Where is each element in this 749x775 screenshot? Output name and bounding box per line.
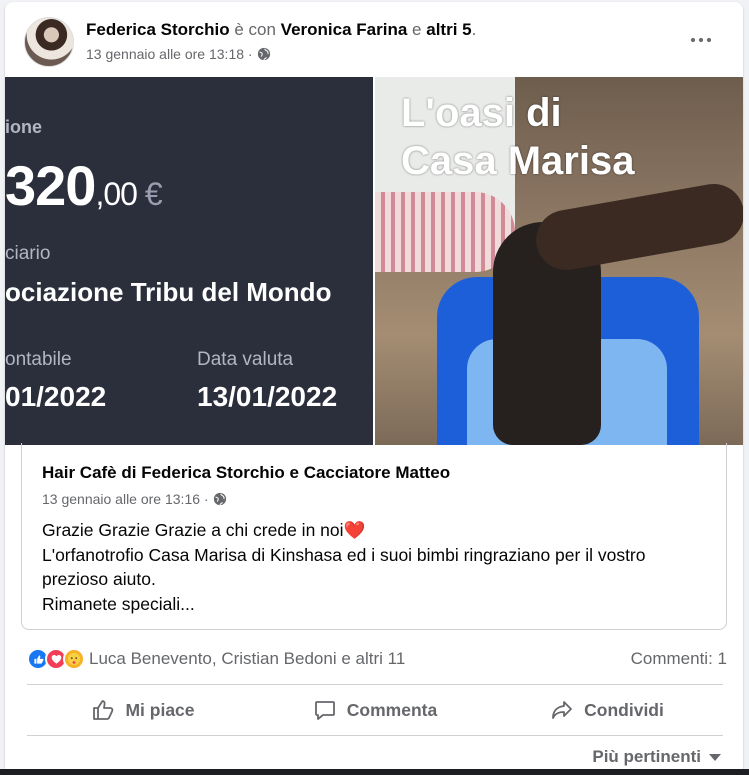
divider xyxy=(27,735,723,736)
like-label: Mi piace xyxy=(125,699,195,720)
like-button[interactable]: Mi piace xyxy=(27,686,259,734)
reactors-names[interactable]: Luca Benevento, Cristian Bedoni e altri … xyxy=(89,649,405,669)
divider xyxy=(27,684,723,685)
shared-page-name[interactable]: Hair Cafè di Federica Storchio e Cacciat… xyxy=(42,463,450,483)
comment-label: Commenta xyxy=(346,699,438,720)
receipt-beneficiary: ociazione Tribu del Mondo xyxy=(5,277,332,307)
comments-count[interactable]: Commenti: 1 xyxy=(631,649,727,669)
with-text: è con xyxy=(234,20,276,39)
post-timestamp[interactable]: 13 gennaio alle ore 13:18 · xyxy=(86,46,253,62)
post-card: Federica Storchio è con Veronica Farina … xyxy=(5,2,743,775)
comment-sort-dropdown[interactable]: Più pertinenti xyxy=(592,747,721,767)
photo-title: L'oasi di Casa Marisa xyxy=(401,91,635,183)
heart-icon: ❤️ xyxy=(343,520,366,540)
shared-meta: 13 gennaio alle ore 13:16 · xyxy=(42,491,227,507)
receipt-accounting-date: 01/2022 xyxy=(5,381,107,412)
shared-text: Grazie Grazie Grazie a chi crede in noi❤… xyxy=(42,518,712,616)
receipt-label-value-date: Data valuta xyxy=(197,349,294,370)
shared-line-1: Grazie Grazie Grazie a chi crede in noi xyxy=(42,520,344,540)
comment-icon xyxy=(314,701,335,720)
receipt-image[interactable]: ione 320,00 € ciario ociazione Tribu del … xyxy=(5,77,373,445)
more-options-button[interactable] xyxy=(687,26,715,54)
share-button[interactable]: Condividi xyxy=(491,686,723,734)
avatar[interactable] xyxy=(24,17,74,67)
share-label: Condividi xyxy=(584,699,664,720)
globe-icon xyxy=(213,492,227,506)
receipt-label-beneficiary: ciario xyxy=(5,243,51,264)
reaction-icons[interactable] xyxy=(27,648,85,670)
comment-button[interactable]: Commenta xyxy=(259,686,491,734)
bottom-bar xyxy=(0,769,749,775)
receipt-value-date: 13/01/2022 xyxy=(197,381,338,412)
receipt-label-accounting: ontabile xyxy=(5,349,72,370)
photo-image[interactable]: L'oasi di Casa Marisa xyxy=(375,77,743,445)
shared-post[interactable]: Hair Cafè di Federica Storchio e Cacciat… xyxy=(21,443,727,630)
globe-icon[interactable] xyxy=(257,47,271,61)
caret-down-icon xyxy=(709,753,721,761)
post-actions: Mi piace Commenta Condividi xyxy=(27,686,723,734)
care-reaction-icon xyxy=(63,648,85,670)
reactions-bar: Luca Benevento, Cristian Bedoni e altri … xyxy=(27,645,727,673)
receipt-label-operation: ione xyxy=(5,117,43,137)
author-line: Federica Storchio è con Veronica Farina … xyxy=(86,20,476,40)
receipt-amount: 320,00 € xyxy=(5,154,163,217)
photo-arm xyxy=(531,179,743,275)
thumbs-up-icon xyxy=(93,700,114,720)
others-link[interactable]: altri 5 xyxy=(426,20,471,39)
tagged-name[interactable]: Veronica Farina xyxy=(281,20,408,39)
post-media[interactable]: ione 320,00 € ciario ociazione Tribu del … xyxy=(5,77,743,445)
post-meta: 13 gennaio alle ore 13:18 · xyxy=(86,46,271,62)
share-icon xyxy=(552,701,573,719)
and-text: e xyxy=(412,20,422,39)
shared-timestamp[interactable]: 13 gennaio alle ore 13:16 · xyxy=(42,491,209,507)
author-name[interactable]: Federica Storchio xyxy=(86,20,230,39)
post-header: Federica Storchio è con Veronica Farina … xyxy=(5,2,743,76)
shared-line-3[interactable]: Rimanete speciali... xyxy=(42,592,712,617)
shared-line-2: L'orfanotrofio Casa Marisa di Kinshasa e… xyxy=(42,544,646,590)
sort-label: Più pertinenti xyxy=(592,747,701,766)
period: . xyxy=(471,20,477,39)
